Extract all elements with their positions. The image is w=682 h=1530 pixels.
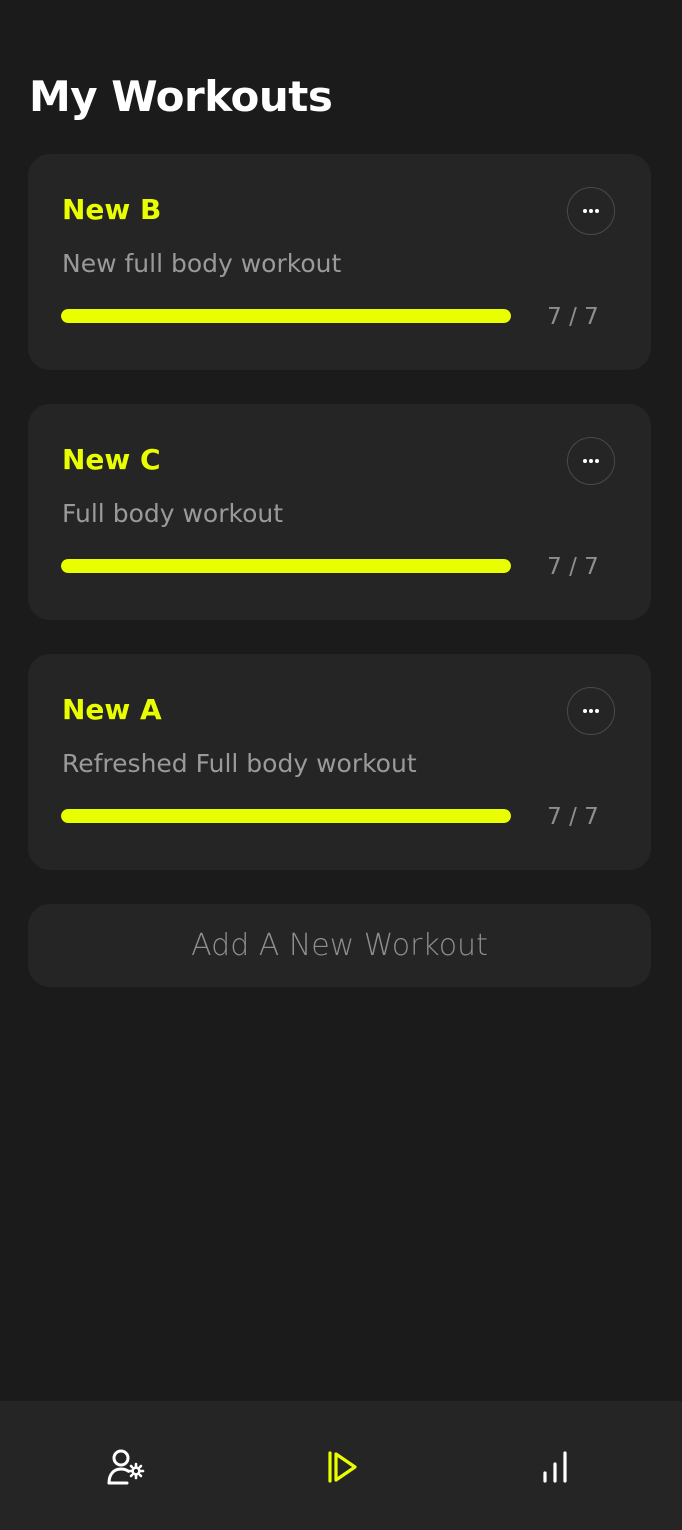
workout-options-button[interactable] — [567, 437, 615, 485]
page-title: My Workouts — [29, 72, 333, 121]
workout-progress-bar — [61, 809, 511, 823]
more-horizontal-icon — [583, 209, 599, 213]
workout-card[interactable]: New B New full body workout 7 / 7 — [28, 154, 651, 370]
workout-progress-count: 7 / 7 — [547, 804, 599, 830]
workout-card[interactable]: New C Full body workout 7 / 7 — [28, 404, 651, 620]
user-settings-icon — [107, 1449, 145, 1485]
workout-options-button[interactable] — [567, 187, 615, 235]
nav-statistics[interactable] — [533, 1445, 577, 1489]
workout-title: New A — [62, 693, 162, 726]
nav-profile-settings[interactable] — [103, 1445, 147, 1489]
workout-title: New C — [62, 443, 161, 476]
workout-progress-bar — [61, 559, 511, 573]
workout-title: New B — [62, 193, 162, 226]
workout-description: Refreshed Full body workout — [62, 749, 417, 778]
app-screen: My Workouts New B New full body workout … — [0, 0, 682, 1530]
stats-bar-chart-icon — [543, 1451, 567, 1483]
workout-progress-count: 7 / 7 — [547, 554, 599, 580]
workout-progress-fill — [61, 559, 511, 573]
more-horizontal-icon — [583, 459, 599, 463]
workout-progress-fill — [61, 809, 511, 823]
workout-description: Full body workout — [62, 499, 284, 528]
bottom-navigation — [0, 1401, 682, 1530]
nav-start-workout[interactable] — [318, 1445, 362, 1489]
play-workout-icon — [328, 1451, 357, 1483]
workout-description: New full body workout — [62, 249, 342, 278]
workout-list: New B New full body workout 7 / 7 New C — [28, 154, 651, 904]
workout-progress-bar — [61, 309, 511, 323]
workout-progress-count: 7 / 7 — [547, 304, 599, 330]
add-workout-button[interactable]: Add A New Workout — [28, 904, 651, 987]
workout-progress-fill — [61, 309, 511, 323]
workout-options-button[interactable] — [567, 687, 615, 735]
more-horizontal-icon — [583, 709, 599, 713]
workout-card[interactable]: New A Refreshed Full body workout 7 / 7 — [28, 654, 651, 870]
